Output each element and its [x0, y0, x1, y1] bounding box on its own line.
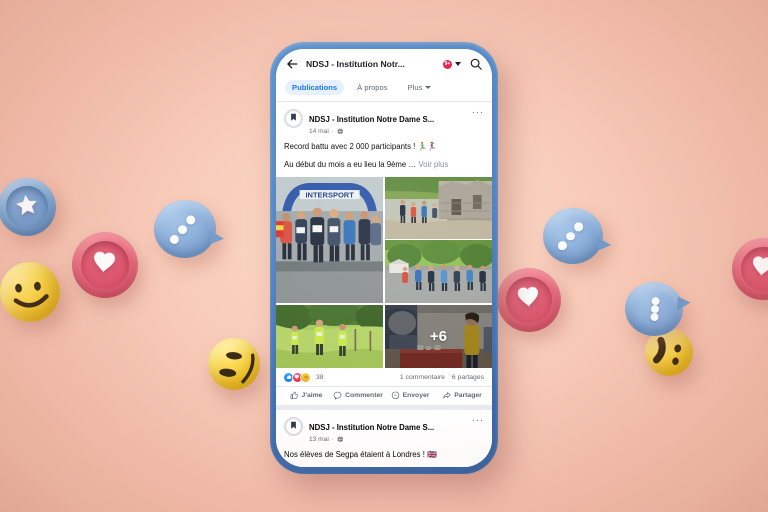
photo-crowd-race-street[interactable]: [384, 240, 492, 304]
share-count[interactable]: 6 partages: [452, 374, 484, 381]
send-button-label: Envoyer: [402, 391, 430, 399]
photo-grid: INTERSPORT +6: [276, 176, 492, 368]
photo-runners-start-line[interactable]: INTERSPORT: [276, 176, 384, 304]
messenger-icon: [391, 391, 399, 399]
photo-trail-runners-field[interactable]: [276, 304, 384, 368]
heart-icon: [514, 283, 543, 317]
bubble-dots-icon: [169, 214, 197, 244]
share-arrow-icon: [443, 391, 451, 399]
post-time-label: 14 mai: [309, 128, 329, 135]
tab-plus-label: Plus: [407, 83, 423, 92]
post-card: NDSJ - Institution Notre Dame S... 13 ma…: [276, 409, 492, 467]
globe-icon: [337, 436, 344, 443]
star-badge-blue: [0, 174, 60, 240]
action-bar: J'aime Commenter Envoyer Partager: [276, 385, 492, 405]
ellipsis-icon[interactable]: ···: [472, 415, 484, 425]
heart-badge-pink-right: [494, 265, 564, 335]
share-button[interactable]: Partager: [436, 391, 488, 400]
tab-plus[interactable]: Plus: [401, 80, 439, 95]
comment-button[interactable]: Commenter: [332, 391, 384, 400]
share-button-label: Partager: [454, 391, 482, 399]
avatar[interactable]: [284, 416, 303, 436]
smiley-emoji-yellow: [0, 259, 63, 325]
heart-badge-pink-edge: [728, 234, 768, 304]
post-line-2-text: Au début du mois a eu lieu la 9ème …: [284, 160, 417, 170]
heart-badge-pink: [68, 228, 142, 302]
post-text: Record battu avec 2 000 participants ! 🏃…: [276, 139, 492, 177]
post-time-label: 13 mai: [309, 435, 329, 443]
post-header: NDSJ - Institution Notre Dame S... 14 ma…: [276, 102, 492, 139]
chevron-down-icon: [425, 86, 432, 89]
reaction-summary[interactable]: 38: [284, 372, 324, 382]
laugh-face-icon: [219, 352, 255, 384]
tab-bar: Publications À propos Plus: [276, 79, 492, 102]
post-author[interactable]: NDSJ - Institution Notre Dame S...: [309, 115, 434, 124]
post-timestamp: 14 mai ·: [309, 128, 472, 135]
star-icon: [12, 190, 42, 224]
thumbs-up-icon: [290, 391, 298, 399]
photo-refreshment-stand[interactable]: +6: [384, 304, 492, 368]
more-photos-overlay[interactable]: +6: [384, 304, 492, 368]
reaction-count: 38: [316, 373, 324, 381]
heart-icon: [89, 247, 120, 283]
tab-a-propos[interactable]: À propos: [350, 80, 394, 95]
post-text: Nos élèves de Segpa étaient à Londres ! …: [276, 447, 492, 467]
post-header: NDSJ - Institution Notre Dame S... 13 ma…: [276, 410, 492, 447]
see-more-link[interactable]: Voir plus: [418, 160, 448, 169]
send-button[interactable]: Envoyer: [384, 391, 436, 400]
svg-text:INTERSPORT: INTERSPORT: [305, 190, 354, 199]
post-line-1: Record battu avec 2 000 participants ! 🏃…: [284, 142, 437, 151]
post-timestamp: 13 mai ·: [309, 436, 472, 443]
post-meta: NDSJ - Institution Notre Dame S... 14 ma…: [309, 109, 472, 135]
like-reaction-icon: [284, 372, 293, 382]
post-author[interactable]: NDSJ - Institution Notre Dame S...: [309, 423, 434, 432]
phone-screen: NDSJ - Institution Notr... 9+ Publicatio…: [276, 49, 492, 467]
engagement-bar: 38 1 commentaire 6 partages: [276, 368, 492, 386]
search-icon[interactable]: [469, 57, 483, 71]
bubble-dots-icon: [648, 296, 660, 322]
comment-count[interactable]: 1 commentaire: [400, 374, 445, 381]
engagement-counts: 1 commentaire 6 partages: [400, 374, 484, 381]
tab-publications[interactable]: Publications: [285, 80, 345, 95]
like-button[interactable]: J'aime: [280, 391, 332, 400]
smile-face-icon: [13, 281, 49, 308]
feed[interactable]: NDSJ - Institution Notre Dame S... 14 ma…: [276, 102, 492, 467]
post-card: NDSJ - Institution Notre Dame S... 14 ma…: [276, 102, 492, 405]
separator-dot: ·: [331, 128, 334, 135]
laughing-emoji-yellow: [202, 332, 266, 396]
care-reaction-icon: [301, 372, 310, 382]
speech-bubble-blue: [151, 197, 225, 261]
like-button-label: J'aime: [301, 391, 323, 399]
app-bar: NDSJ - Institution Notr... 9+: [276, 49, 492, 79]
ellipsis-icon[interactable]: ···: [472, 108, 484, 118]
comment-bubble-icon: [333, 391, 342, 400]
back-arrow-icon[interactable]: [285, 57, 299, 71]
avatar[interactable]: [284, 109, 303, 128]
phone-mockup: NDSJ - Institution Notr... 9+ Publicatio…: [270, 42, 498, 474]
post-line-2: Au début du mois a eu lieu la 9ème … Voi…: [284, 159, 484, 170]
heart-icon: [748, 252, 768, 286]
globe-icon: [337, 128, 344, 135]
speech-bubble-blue-upper: [540, 205, 612, 267]
post-meta: NDSJ - Institution Notre Dame S... 13 ma…: [309, 417, 472, 443]
post-line-1: Nos élèves de Segpa étaient à Londres ! …: [284, 449, 437, 459]
bubble-dots-icon: [557, 222, 585, 251]
chevron-down-icon[interactable]: [455, 62, 461, 66]
separator-dot: ·: [331, 435, 334, 443]
photo-stone-ruins-path[interactable]: [384, 176, 492, 239]
page-title: NDSJ - Institution Notr...: [306, 59, 405, 69]
notification-badge[interactable]: 9+: [443, 59, 452, 69]
comment-button-label: Commenter: [345, 391, 383, 399]
